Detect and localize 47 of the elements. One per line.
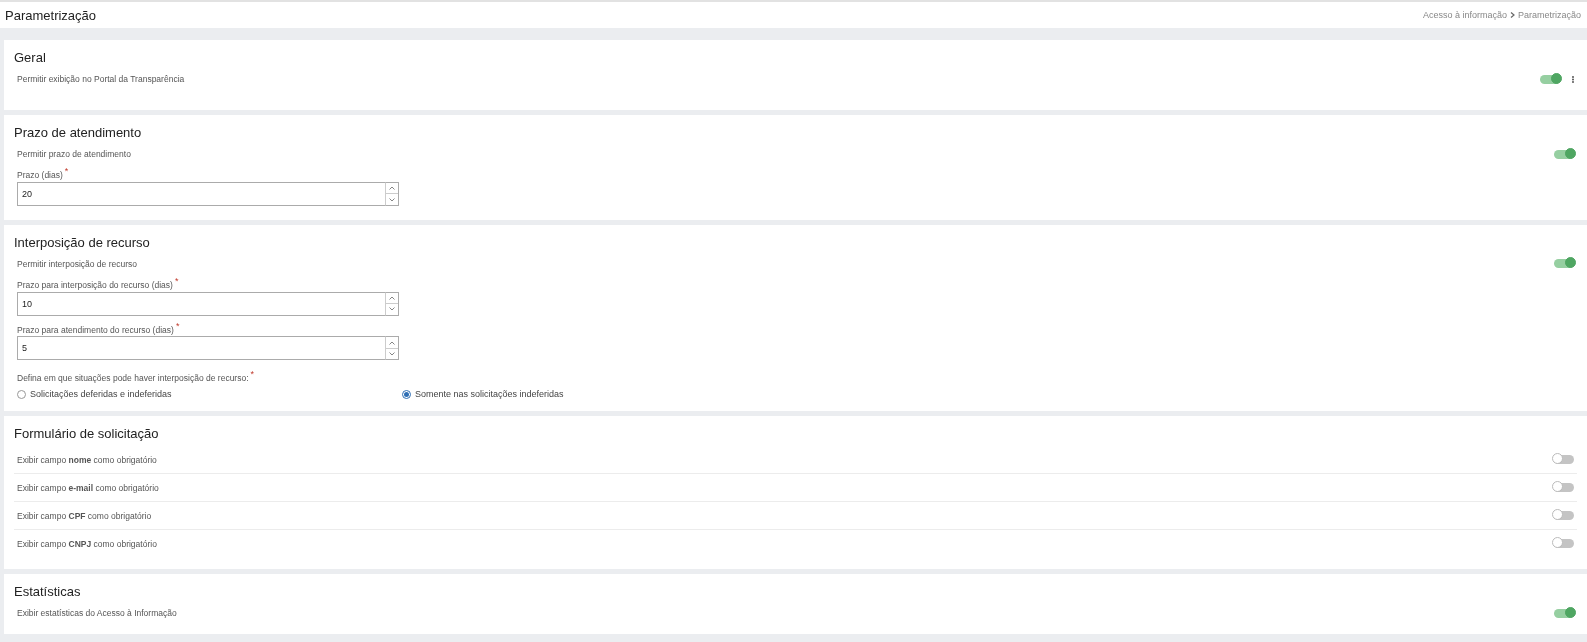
required-asterisk: * [64, 166, 69, 176]
toggle-switch[interactable] [1554, 149, 1574, 159]
section-title: Formulário de solicitação [14, 426, 160, 442]
radio-label: Somente nas solicitações indeferidas [415, 389, 564, 400]
required-asterisk: * [175, 320, 180, 331]
chevron-up-icon [389, 186, 395, 191]
setting-label: Exibir campo nome como obrigatório [17, 454, 157, 465]
setting-label: Permitir exibição no Portal da Transparência [17, 74, 185, 84]
toggle-switch[interactable] [1554, 539, 1574, 549]
number-field[interactable]: 10 [17, 291, 385, 316]
chevron-down-icon [389, 352, 395, 357]
setting-label: Exibir estatísticas do Acesso à Informação [17, 608, 177, 619]
toggle-switch[interactable] [1554, 608, 1574, 618]
setting-label: Exibir campo CNPJ como obrigatório [17, 538, 157, 549]
breadcrumb-item[interactable]: Acesso à informação [1422, 10, 1507, 20]
toggle-switch[interactable] [1554, 455, 1574, 465]
spinner[interactable] [385, 336, 399, 361]
toggle-switch[interactable] [1540, 74, 1560, 84]
radio-option[interactable]: Solicitações deferidas e indeferidas [17, 389, 402, 400]
page-title: Parametrização [5, 7, 97, 23]
setting-label: Exibir campo e-mail como obrigatório [17, 482, 159, 493]
spinner[interactable] [385, 291, 399, 316]
chevron-down-icon [389, 197, 395, 202]
setting-label: Permitir interposição de recurso [17, 258, 137, 269]
breadcrumb-item: Parametrização [1517, 10, 1581, 20]
toggle-switch[interactable] [1554, 259, 1574, 269]
chevron-right-icon [1509, 12, 1515, 18]
section-title: Interposição de recurso [14, 234, 151, 250]
section-title: Estatísticas [14, 584, 82, 600]
spinner[interactable] [385, 181, 399, 206]
section-title: Geral [14, 50, 47, 65]
chevron-up-icon [389, 340, 395, 345]
radio-option[interactable]: Somente nas solicitações indeferidas [402, 389, 787, 400]
required-asterisk: * [174, 275, 179, 286]
required-asterisk: * [250, 369, 255, 380]
chevron-down-icon [389, 307, 395, 312]
section-title: Prazo de atendimento [14, 125, 143, 140]
number-field[interactable]: 5 [17, 336, 385, 361]
chevron-up-icon [389, 295, 395, 300]
radio-button[interactable] [402, 389, 411, 399]
setting-label: Exibir campo CPF como obrigatório [17, 510, 152, 521]
toggle-switch[interactable] [1554, 483, 1574, 493]
setting-label: Permitir prazo de atendimento [17, 149, 131, 159]
radio-label: Solicitações deferidas e indeferidas [30, 389, 172, 400]
radio-button[interactable] [17, 389, 26, 399]
toggle-switch[interactable] [1554, 511, 1574, 521]
number-field[interactable]: 20 [17, 181, 385, 206]
